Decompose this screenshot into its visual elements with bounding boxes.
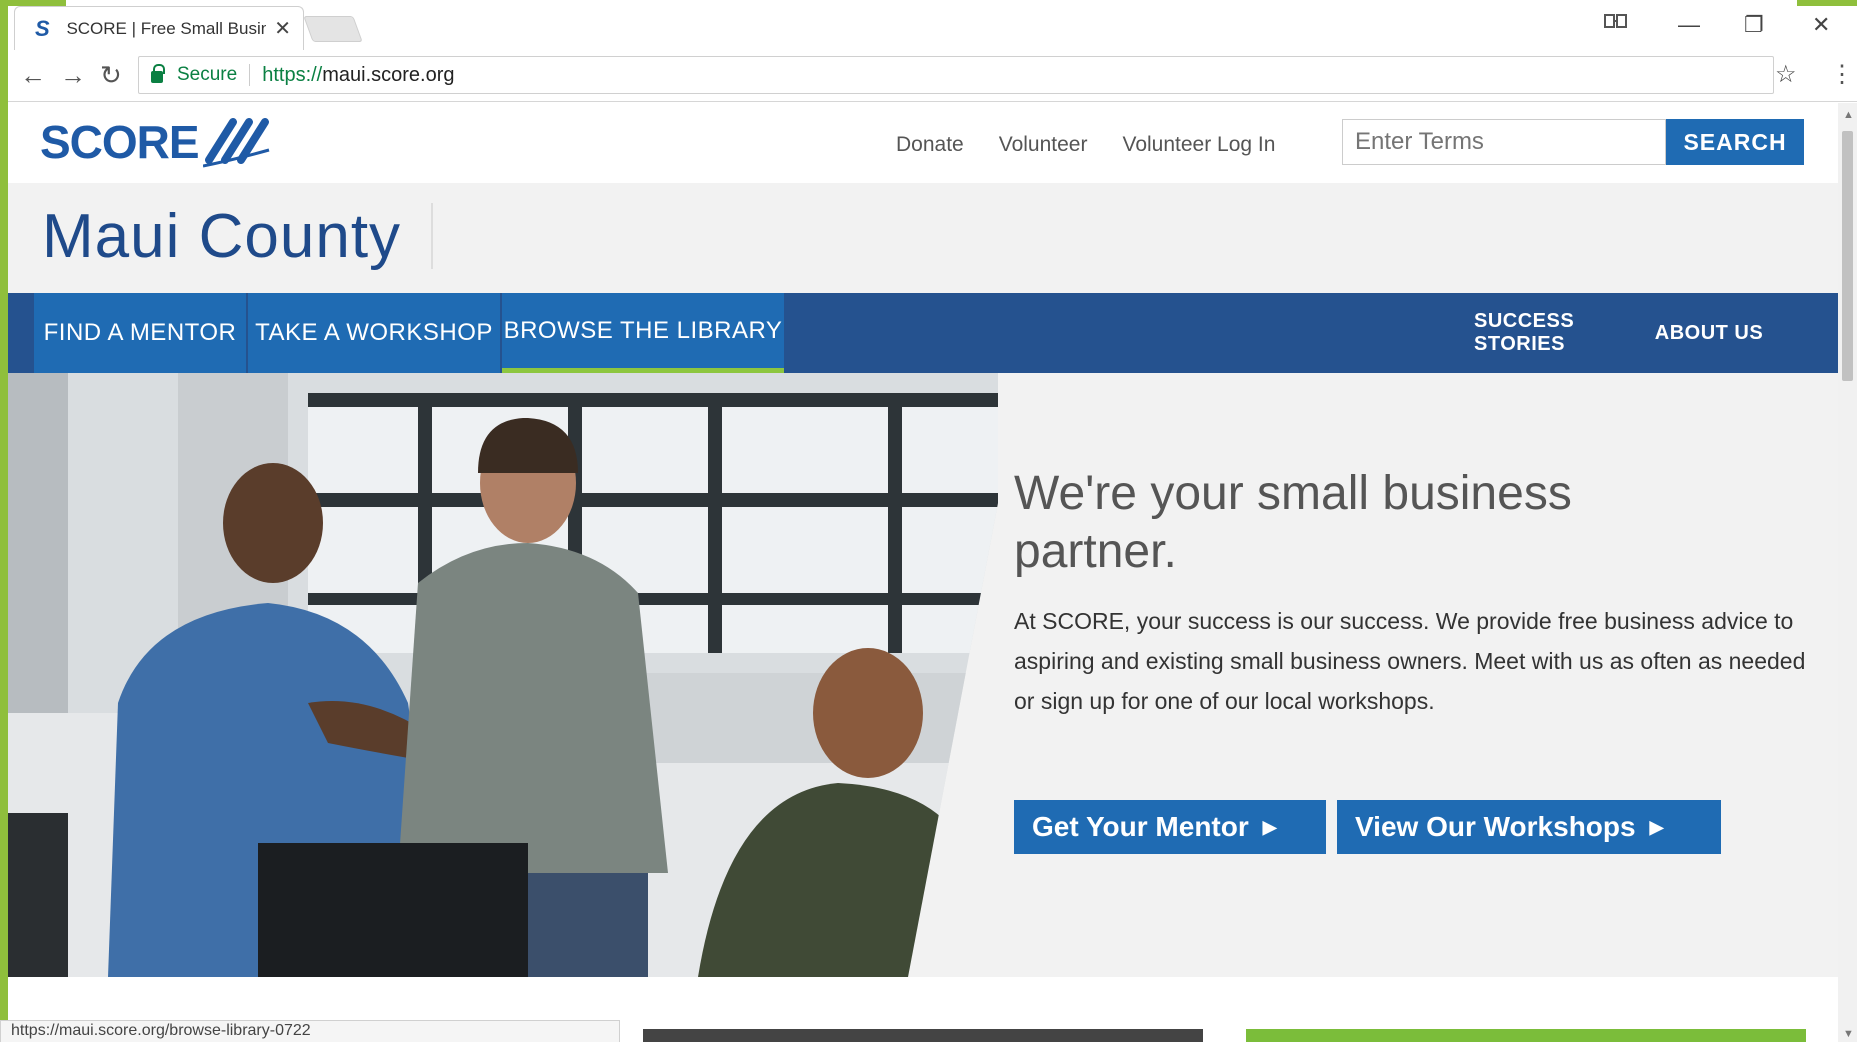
hero-body: At SCORE, your success is our success. W… — [1014, 608, 1806, 714]
feature-card-dark[interactable] — [643, 1029, 1203, 1042]
utility-links: Donate Volunteer Volunteer Log In — [896, 133, 1310, 157]
window-frame-edge — [0, 0, 66, 6]
page-title: Maui County — [42, 202, 402, 271]
volunteer-login-link[interactable]: Volunteer Log In — [1122, 133, 1275, 157]
extension-icon[interactable] — [1604, 12, 1628, 35]
get-your-mentor-label: Get Your Mentor — [1032, 811, 1249, 842]
address-bar[interactable]: Secure https://maui.score.org — [138, 56, 1774, 94]
tab-title: SCORE | Free Small Busin — [66, 18, 267, 38]
reload-icon[interactable]: ↻ — [100, 60, 122, 90]
link-status-bubble: https://maui.score.org/browse-library-07… — [0, 1020, 620, 1042]
score-logo[interactable]: SCORE — [40, 115, 273, 169]
nav-browse-the-library[interactable]: BROWSE THE LIBRARY — [502, 293, 784, 373]
scroll-down-arrow-icon[interactable]: ▼ — [1843, 1028, 1854, 1040]
view-our-workshops-label: View Our Workshops — [1355, 811, 1636, 842]
scroll-up-arrow-icon[interactable]: ▲ — [1843, 109, 1854, 121]
minimize-icon[interactable]: — — [1678, 12, 1700, 38]
caret-right-icon: ▶ — [1262, 816, 1277, 837]
page-scrollbar[interactable]: ▲ ▼ — [1838, 103, 1857, 1042]
browser-menu-icon[interactable]: ⋮ — [1830, 60, 1854, 89]
score-favicon-icon: S — [35, 15, 50, 41]
hero-photo — [8, 373, 998, 977]
address-url: https://maui.score.org — [262, 64, 454, 87]
hero-headline: We're your small business partner. — [1014, 467, 1572, 578]
site-header: SCORE Donate Volunteer Volunteer Log In … — [8, 103, 1838, 183]
search-input[interactable] — [1342, 119, 1666, 165]
forward-icon[interactable]: → — [60, 60, 86, 90]
window-frame-edge — [1797, 0, 1857, 6]
county-banner: Maui County — [8, 183, 1838, 293]
caret-right-icon: ▶ — [1649, 816, 1664, 837]
get-your-mentor-button[interactable]: Get Your Mentor ▶ — [1014, 800, 1326, 854]
back-icon[interactable]: ← — [20, 60, 46, 90]
nav-about-us[interactable]: ABOUT US — [1654, 293, 1764, 373]
logo-slashes-icon — [202, 118, 269, 168]
lock-icon — [151, 64, 165, 83]
main-navigation: FIND A MENTOR TAKE A WORKSHOP BROWSE THE… — [8, 293, 1838, 373]
nav-find-a-mentor[interactable]: FIND A MENTOR — [34, 293, 246, 373]
address-separator — [249, 64, 251, 86]
secure-label: Secure — [177, 64, 238, 85]
new-tab-button[interactable] — [303, 16, 363, 42]
url-host: maui.score.org — [322, 63, 455, 86]
scrollbar-thumb[interactable] — [1842, 131, 1853, 381]
title-divider — [431, 203, 433, 269]
page-viewport: SCORE Donate Volunteer Volunteer Log In … — [8, 103, 1838, 1042]
logo-text: SCORE — [40, 116, 200, 168]
window-frame-edge — [0, 0, 8, 1042]
feature-card-green[interactable] — [1246, 1029, 1806, 1042]
view-our-workshops-button[interactable]: View Our Workshops ▶ — [1337, 800, 1721, 854]
url-scheme: https:// — [262, 63, 323, 86]
volunteer-link[interactable]: Volunteer — [999, 133, 1088, 157]
close-tab-icon[interactable]: ✕ — [274, 16, 291, 41]
bookmark-star-icon[interactable]: ☆ — [1775, 60, 1797, 89]
restore-icon[interactable]: ❐ — [1744, 12, 1764, 38]
browser-tab[interactable]: S SCORE | Free Small Busin ✕ — [14, 6, 304, 50]
donate-link[interactable]: Donate — [896, 133, 964, 157]
search-button[interactable]: SEARCH — [1666, 119, 1804, 165]
browser-toolbar: ← → ↻ Secure https://maui.score.org ☆ ⋮ — [0, 50, 1857, 102]
browser-tabstrip: S SCORE | Free Small Busin ✕ — ❐ ✕ — [0, 0, 1857, 50]
nav-take-a-workshop[interactable]: TAKE A WORKSHOP — [248, 293, 500, 373]
nav-success-stories[interactable]: SUCCESS STORIES — [1474, 293, 1644, 373]
close-window-icon[interactable]: ✕ — [1812, 12, 1830, 38]
hero-section: We're your small business partner. At SC… — [8, 373, 1838, 977]
